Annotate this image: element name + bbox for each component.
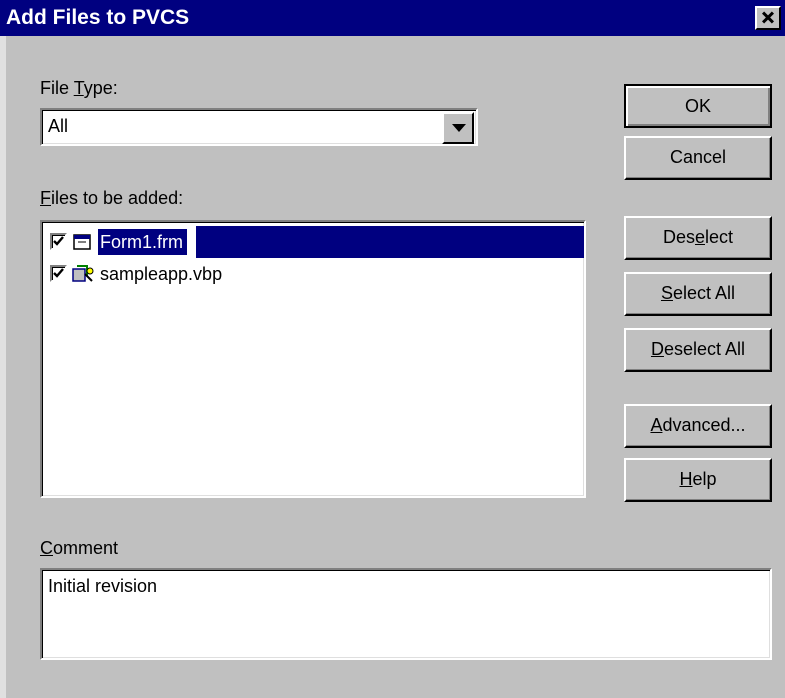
help-button[interactable]: Help [624,458,772,502]
chevron-down-icon[interactable] [442,112,474,144]
selection-highlight [196,226,584,258]
form-file-icon [73,234,91,250]
close-button[interactable] [755,6,781,30]
deselect-button[interactable]: Deselect [624,216,772,260]
list-item[interactable]: sampleapp.vbp [46,258,584,290]
ok-button[interactable]: OK [624,84,772,128]
file-checkbox[interactable] [50,233,67,250]
cancel-button[interactable]: Cancel [624,136,772,180]
file-name: Form1.frm [98,229,187,255]
file-name: sampleapp.vbp [100,264,223,284]
comment-field[interactable]: Initial revision [40,568,772,660]
comment-value: Initial revision [48,576,158,596]
deselect-all-button[interactable]: Deselect All [624,328,772,372]
file-type-value: All [48,116,69,136]
window-title: Add Files to PVCS [6,6,190,29]
comment-label: Comment [40,538,119,558]
file-type-label: File Type: [40,78,118,98]
file-type-dropdown[interactable]: All [40,108,478,146]
advanced-button[interactable]: Advanced... [624,404,772,448]
window-frame-edge [0,36,6,698]
file-checkbox[interactable] [50,265,67,282]
list-item[interactable]: Form1.frm [46,226,584,258]
vb-project-icon [72,265,94,282]
select-all-button[interactable]: Select All [624,272,772,316]
files-list[interactable]: Form1.frm sampleapp.vbp [40,220,586,498]
files-list-label: Files to be added: [40,188,184,208]
title-bar: Add Files to PVCS [0,0,785,36]
